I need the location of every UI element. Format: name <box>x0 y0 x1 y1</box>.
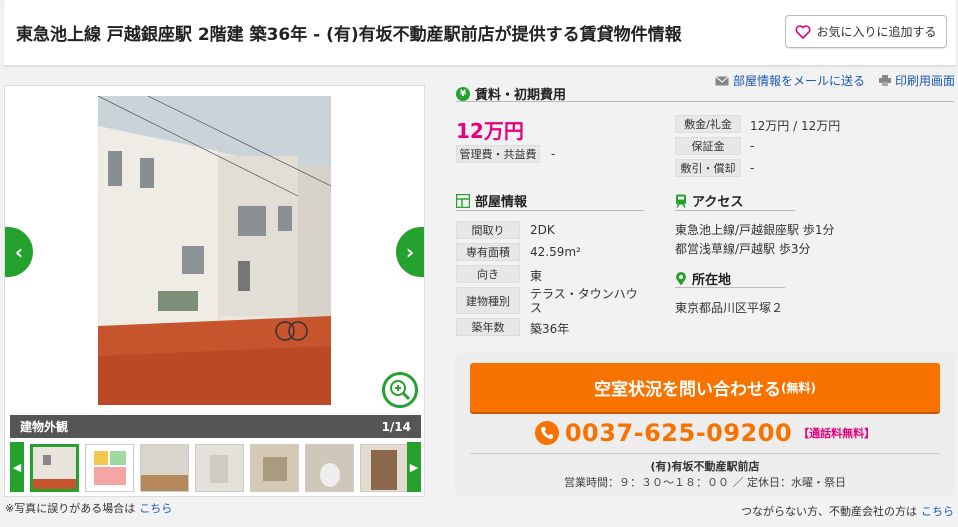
room-row-value: 2DK <box>530 223 555 237</box>
printer-icon <box>879 75 891 86</box>
room-row-value: 東 <box>530 269 543 283</box>
prev-photo-button[interactable]: ‹ <box>5 227 33 277</box>
email-link-wrap[interactable]: 部屋情報をメールに送る <box>715 72 865 89</box>
triangle-left-icon: ◀ <box>12 460 22 474</box>
next-photo-button[interactable]: › <box>396 227 424 277</box>
divider <box>456 101 954 102</box>
thumbs-prev-button[interactable]: ◀ <box>10 442 24 492</box>
location-heading: 所在地 <box>675 269 731 288</box>
access-line: 都営浅草線/戸越駅 歩3分 <box>675 242 811 256</box>
heart-icon <box>795 24 811 39</box>
room-row-label: 間取り <box>456 221 520 239</box>
amortization-label: 敷引・償却 <box>675 159 741 177</box>
inquire-suffix: (無料) <box>781 381 816 395</box>
guarantee-label: 保証金 <box>675 137 741 155</box>
phone-number[interactable]: 0037-625-09200 <box>565 419 792 447</box>
divider <box>470 453 940 454</box>
location-heading-label: 所在地 <box>692 273 732 288</box>
chevron-left-icon: ‹ <box>14 240 24 264</box>
contact-box: 空室状況を問い合わせる (無料) 0037-625-09200 【通話料無料】 (… <box>455 353 955 496</box>
photo-caption-bar: 建物外観 1/14 <box>10 415 421 438</box>
zoom-button[interactable] <box>382 372 418 408</box>
room-row-label: 建物種別 <box>456 287 520 314</box>
email-link[interactable]: 部屋情報をメールに送る <box>733 72 865 89</box>
thumbnail[interactable] <box>250 444 299 492</box>
yen-icon: ¥ <box>456 86 470 101</box>
inquire-label: 空室状況を問い合わせる <box>594 380 781 400</box>
contact-note-text: つながらない方、不動産会社の方は <box>741 505 917 518</box>
map-pin-icon <box>676 271 686 285</box>
photo-caption: 建物外観 <box>20 420 69 434</box>
mgmt-fee-value: - <box>551 147 556 161</box>
thumbs-next-button[interactable]: ▶ <box>407 442 421 492</box>
page-header: 東急池上線 戸越銀座駅 2階建 築36年 - (有)有坂不動産駅前店が提供する賃… <box>4 0 956 66</box>
thumbnail[interactable] <box>360 444 409 492</box>
top-links: 部屋情報をメールに送る 印刷用画面 <box>715 72 955 89</box>
agency-name: (有)有坂不動産駅前店 <box>650 460 760 473</box>
deposit-value: 12万円 / 12万円 <box>750 119 841 133</box>
room-info-heading-label: 部屋情報 <box>475 195 528 210</box>
add-favorite-label: お気に入りに追加する <box>816 25 937 39</box>
room-row-label: 築年数 <box>456 318 520 336</box>
guarantee-value: - <box>750 139 755 153</box>
photo-error-link[interactable]: こちら <box>139 502 172 515</box>
phone-icon <box>534 421 559 445</box>
thumbnail[interactable] <box>30 444 79 492</box>
print-link-wrap[interactable]: 印刷用画面 <box>879 72 955 89</box>
contact-note-link[interactable]: こちら <box>921 505 954 518</box>
room-row-label: 専有面積 <box>456 243 520 261</box>
page-title: 東急池上線 戸越銀座駅 2階建 築36年 - (有)有坂不動産駅前店が提供する賃… <box>16 25 682 45</box>
business-hours: 営業時間：９：３０～１８：００ ／ 定休日：水曜・祭日 <box>564 476 846 489</box>
photo-counter: 1/14 <box>381 419 411 434</box>
toll-free-badge: 【通話料無料】 <box>798 427 876 440</box>
thumbnail[interactable] <box>140 444 189 492</box>
deposit-label: 敷金/礼金 <box>675 115 741 133</box>
access-heading-label: アクセス <box>692 195 744 210</box>
room-row-value: 築36年 <box>530 322 570 336</box>
divider <box>456 210 644 211</box>
chevron-right-icon: › <box>405 240 415 264</box>
amortization-value: - <box>750 161 755 175</box>
zoom-in-icon <box>390 380 411 401</box>
photo-gallery: ‹ › 建物外観 1/14 ◀ ▶ <box>4 85 425 497</box>
thumbnail[interactable] <box>305 444 354 492</box>
thumbnail[interactable] <box>195 444 244 492</box>
train-icon <box>676 194 686 208</box>
address: 東京都品川区平塚２ <box>675 301 784 315</box>
thumbnail[interactable] <box>85 444 134 492</box>
rent-amount: 12万円 <box>456 119 524 143</box>
room-row-label: 向き <box>456 265 520 283</box>
access-line: 東急池上線/戸越銀座駅 歩1分 <box>675 223 835 237</box>
photo-error-note: ※写真に誤りがある場合は こちら <box>5 500 172 516</box>
add-favorite-button[interactable]: お気に入りに追加する <box>785 15 947 48</box>
phone-row: 0037-625-09200 【通話料無料】 <box>455 419 955 447</box>
thumbnail-strip: ◀ ▶ <box>10 442 421 494</box>
mgmt-fee-label: 管理費・共益費 <box>456 145 540 163</box>
room-row-value: テラス・タウンハウス <box>530 287 638 315</box>
triangle-right-icon: ▶ <box>409 460 419 474</box>
floorplan-icon <box>456 193 470 208</box>
inquire-vacancy-button[interactable]: 空室状況を問い合わせる (無料) <box>470 363 940 412</box>
main-photo <box>98 96 331 405</box>
room-info-heading: 部屋情報 <box>456 191 527 210</box>
mail-icon <box>715 75 729 85</box>
access-heading: アクセス <box>675 191 743 210</box>
print-link[interactable]: 印刷用画面 <box>895 72 955 89</box>
divider <box>675 287 785 288</box>
contact-note: つながらない方、不動産会社の方は こちら <box>741 503 954 519</box>
room-row-value: 42.59m² <box>530 245 581 259</box>
divider <box>675 210 795 211</box>
photo-error-text: ※写真に誤りがある場合は <box>5 502 136 515</box>
